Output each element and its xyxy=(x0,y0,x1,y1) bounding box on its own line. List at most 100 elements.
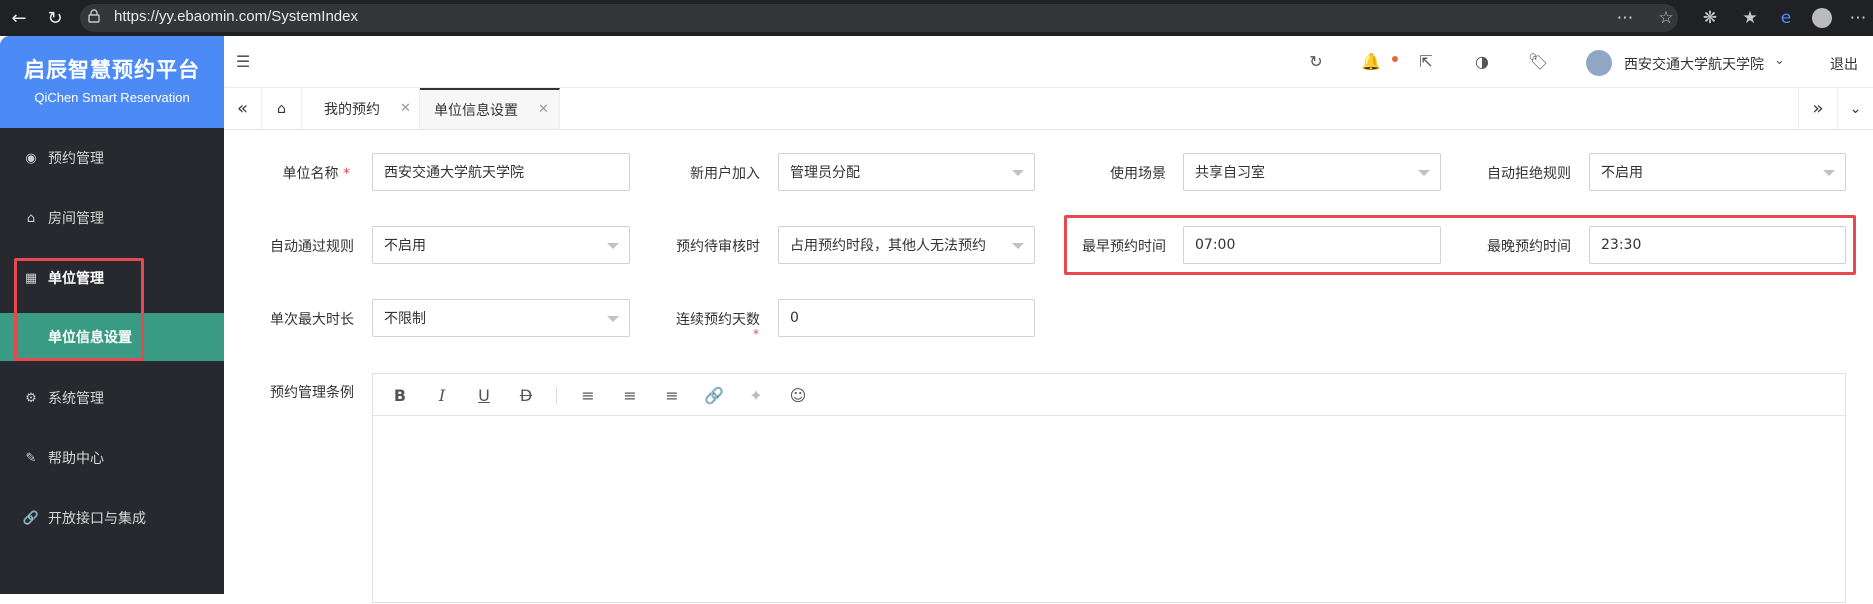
editor-content-area[interactable] xyxy=(373,416,1845,604)
brand-subtitle: QiChen Smart Reservation xyxy=(34,90,190,105)
sidebar-item-rooms[interactable]: ⌂ 房间管理 xyxy=(0,193,224,243)
brand-title: 启辰智慧预约平台 xyxy=(24,58,200,82)
pending-label: 预约待审核时 xyxy=(676,239,760,255)
theme-icon[interactable]: ◑ xyxy=(1471,50,1493,72)
rules-editor[interactable]: B I U D ≡ ≡ ≡ 🔗 ✦ ☺ xyxy=(372,373,1846,603)
menu-toggle-icon[interactable]: ☰ xyxy=(232,50,254,72)
bell-icon[interactable]: 🔔 xyxy=(1360,50,1382,72)
edge-icon[interactable]: e xyxy=(1776,8,1796,28)
tag-icon[interactable]: 🏷 xyxy=(1527,50,1549,72)
scroll-left-icon[interactable]: « xyxy=(224,88,262,129)
user-name[interactable]: 西安交通大学航天学院 xyxy=(1624,54,1764,74)
notification-dot xyxy=(1392,56,1398,62)
tab-label: 单位信息设置 xyxy=(434,102,518,119)
sidebar-item-reservations[interactable]: ◉ 预约管理 xyxy=(0,133,224,183)
url-text[interactable]: https://yy.ebaomin.com/SystemIndex xyxy=(114,8,358,25)
highlight-box-sidebar xyxy=(14,258,144,361)
back-icon[interactable]: ← xyxy=(8,7,30,29)
favorite-star-icon[interactable]: ☆ xyxy=(1656,8,1676,28)
unit-name-label: 单位名称 * xyxy=(230,163,350,183)
max-duration-value: 不限制 xyxy=(384,311,426,327)
help-icon: ✎ xyxy=(25,450,37,466)
unit-name-label-text: 单位名称 xyxy=(282,166,339,182)
more-options-icon[interactable]: ⋯ xyxy=(1615,8,1635,28)
toolbar-divider xyxy=(556,386,557,404)
auto-reject-label: 自动拒绝规则 xyxy=(1487,166,1571,182)
highlight-box-time-range xyxy=(1064,215,1856,275)
logout-button[interactable]: 退出 xyxy=(1830,54,1858,74)
auto-pass-value: 不启用 xyxy=(384,238,426,254)
chevron-down-icon[interactable]: ⌄ xyxy=(1774,53,1785,68)
scene-label: 使用场景 xyxy=(1110,166,1166,182)
italic-icon[interactable]: I xyxy=(431,384,453,406)
underline-icon[interactable]: U xyxy=(473,384,495,406)
emoji-icon[interactable]: ☺ xyxy=(787,384,809,406)
sidebar-item-label: 帮助中心 xyxy=(48,451,104,467)
extensions-icon[interactable]: ❋ xyxy=(1700,8,1720,28)
refresh-icon[interactable]: ↻ xyxy=(44,7,66,29)
brand: 启辰智慧预约平台 QiChen Smart Reservation xyxy=(0,36,224,128)
required-mark: * xyxy=(753,327,759,341)
unit-name-input[interactable]: 西安交通大学航天学院 xyxy=(372,153,630,191)
eye-icon: ◉ xyxy=(25,150,37,166)
consecutive-days-label: 连续预约天数 xyxy=(640,309,760,329)
new-user-value: 管理员分配 xyxy=(790,165,860,181)
avatar[interactable] xyxy=(1586,50,1612,76)
sidebar-item-label: 开放接口与集成 xyxy=(48,511,146,527)
pending-select[interactable]: 占用预约时段，其他人无法预约 xyxy=(778,226,1035,264)
dropdown-caret-icon xyxy=(1012,243,1024,249)
favorites-icon[interactable]: ★ xyxy=(1740,8,1760,28)
sidebar-item-label: 系统管理 xyxy=(48,391,104,407)
bold-icon[interactable]: B xyxy=(389,384,411,406)
sidebar-item-label: 房间管理 xyxy=(48,211,104,227)
pending-value: 占用预约时段，其他人无法预约 xyxy=(790,238,986,254)
close-icon[interactable]: ✕ xyxy=(538,102,549,117)
editor-toolbar: B I U D ≡ ≡ ≡ 🔗 ✦ ☺ xyxy=(373,374,1845,416)
align-center-icon[interactable]: ≡ xyxy=(619,384,641,406)
tab-unit-settings[interactable]: 单位信息设置 ✕ xyxy=(420,88,560,129)
browser-menu-icon[interactable]: ⋯ xyxy=(1848,8,1868,28)
align-left-icon[interactable]: ≡ xyxy=(577,384,599,406)
sidebar-item-system[interactable]: ⚙ 系统管理 xyxy=(0,373,224,423)
scene-value: 共享自习室 xyxy=(1195,165,1265,181)
sidebar-item-help[interactable]: ✎ 帮助中心 xyxy=(0,433,224,483)
tab-label: 我的预约 xyxy=(324,101,380,118)
strikethrough-icon[interactable]: D xyxy=(515,384,537,406)
consecutive-days-label-text: 连续预约天数 xyxy=(676,312,760,328)
consecutive-days-value: 0 xyxy=(790,310,799,326)
home-tab-icon[interactable]: ⌂ xyxy=(262,88,302,129)
browser-toolbar: ← ↻ https://yy.ebaomin.com/SystemIndex ⋯… xyxy=(0,0,1873,36)
profile-avatar-icon[interactable] xyxy=(1812,8,1832,28)
gear-icon: ⚙ xyxy=(25,390,37,406)
dropdown-caret-icon xyxy=(1012,170,1024,176)
dropdown-caret-icon xyxy=(607,316,619,322)
new-user-select[interactable]: 管理员分配 xyxy=(778,153,1035,191)
home-icon: ⌂ xyxy=(26,210,36,226)
auto-reject-value: 不启用 xyxy=(1601,165,1643,181)
tab-my-reservations[interactable]: 我的预约 ✕ xyxy=(302,88,420,129)
refresh-page-icon[interactable]: ↻ xyxy=(1305,50,1327,72)
tabs-menu-chevron-icon[interactable]: ⌄ xyxy=(1838,88,1873,129)
tab-bar: « ⌂ 我的预约 ✕ 单位信息设置 ✕ » ⌄ xyxy=(224,88,1873,130)
align-right-icon[interactable]: ≡ xyxy=(661,384,683,406)
link-insert-icon[interactable]: 🔗 xyxy=(703,384,725,406)
close-icon[interactable]: ✕ xyxy=(400,101,411,116)
sidebar-item-api[interactable]: 🔗 开放接口与集成 xyxy=(0,493,224,543)
auto-pass-select[interactable]: 不启用 xyxy=(372,226,630,264)
required-mark: * xyxy=(343,166,350,182)
dropdown-caret-icon xyxy=(607,243,619,249)
max-duration-label: 单次最大时长 xyxy=(270,312,354,328)
lock-icon xyxy=(88,9,100,23)
rules-label: 预约管理条例 xyxy=(270,385,354,401)
dropdown-caret-icon xyxy=(1418,170,1430,176)
sidebar: 启辰智慧预约平台 QiChen Smart Reservation ◉ 预约管理… xyxy=(0,36,224,594)
scroll-right-icon[interactable]: » xyxy=(1798,88,1838,129)
consecutive-days-input[interactable]: 0 xyxy=(778,299,1035,337)
fullscreen-icon[interactable]: ⇱ xyxy=(1415,50,1437,72)
unlink-icon[interactable]: ✦ xyxy=(745,384,767,406)
auto-reject-select[interactable]: 不启用 xyxy=(1589,153,1846,191)
scene-select[interactable]: 共享自习室 xyxy=(1183,153,1441,191)
dropdown-caret-icon xyxy=(1823,170,1835,176)
unit-name-value: 西安交通大学航天学院 xyxy=(384,165,524,181)
max-duration-select[interactable]: 不限制 xyxy=(372,299,630,337)
